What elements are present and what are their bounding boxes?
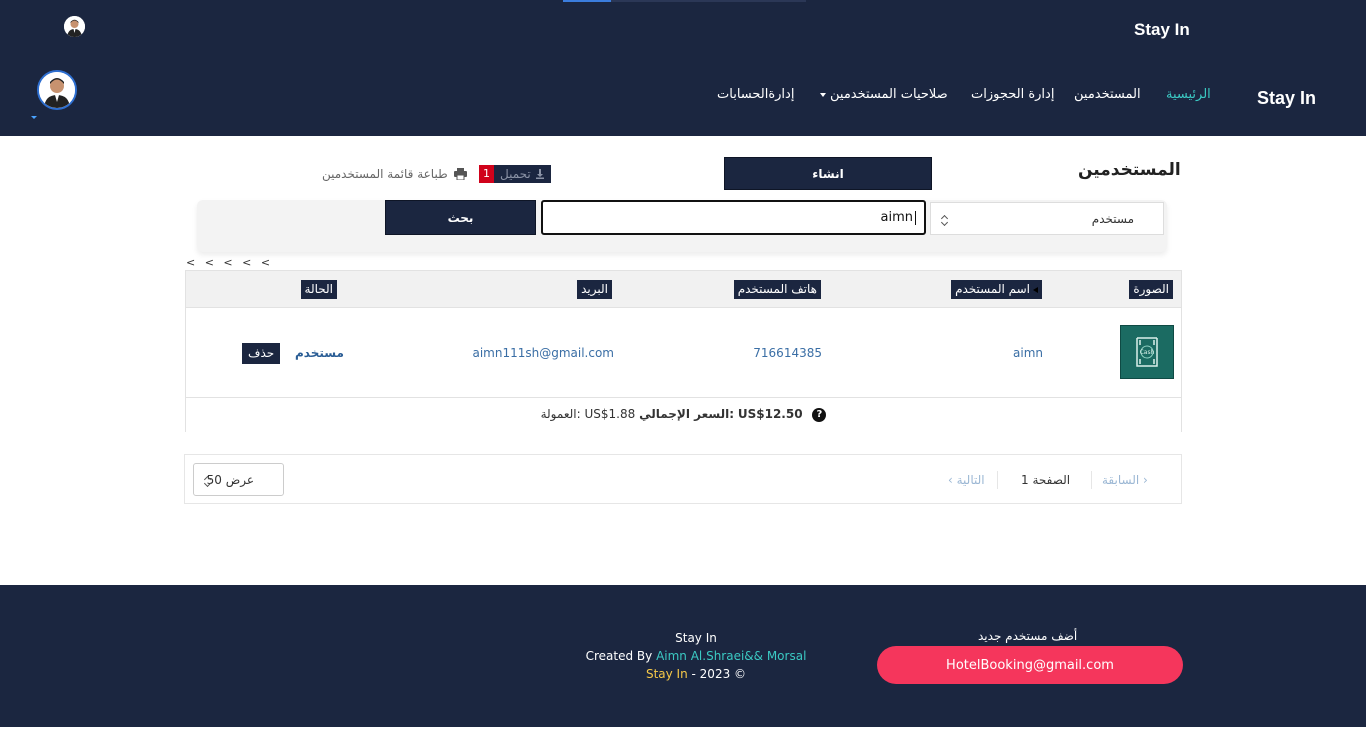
page-size-select[interactable]: عرض 50 [193,463,284,496]
contact-email-button[interactable]: HotelBooking@gmail.com [877,646,1183,684]
scroll-track [611,0,806,2]
row-phone[interactable]: 716614385 [753,346,822,360]
search-field-value: مستخدم [1091,212,1134,226]
nav-item-home[interactable]: الرئيسية [1166,87,1211,102]
search-field-select[interactable]: مستخدم [930,202,1164,235]
search-input-value: aimn [880,210,913,225]
scroll-indicator [563,0,611,2]
prev-page-link[interactable]: السابقة › [1102,473,1148,487]
select-updown-icon [204,475,212,489]
chevron-down-icon [820,92,826,97]
commission-value: US$1.88 [584,407,636,421]
nav-item-accounts[interactable]: إدارةالحسابات [717,87,794,102]
col-phone[interactable]: هاتف المستخدم [733,280,821,299]
print-users-label: طباعة قائمة المستخدمين [322,167,448,181]
search-input[interactable]: aimn [541,200,926,235]
page-title: المستخدمين [1078,160,1181,180]
top-brand-title[interactable]: Stay In [1134,20,1190,40]
row-status[interactable]: مستخدم [295,346,344,360]
navbar-brand[interactable]: Stay In [1257,88,1316,109]
totals-line: العمولة: US$1.88 السعر الإجمالي: US$12.5… [186,407,1181,422]
footer-year: - 2023 © [691,667,747,681]
table-page-arrows[interactable]: < < < < < [186,256,273,269]
user-photo[interactable]: Cash [1120,325,1174,379]
table-header: الصورة اسم المستخدم هاتف المستخدم البريد… [186,271,1181,308]
page-size-value: عرض 50 [206,473,254,487]
download-icon [535,169,544,179]
commission-label: العمولة: [540,407,581,421]
help-icon[interactable]: ? [812,407,827,422]
delete-button[interactable]: حذف [242,343,281,364]
total-label: السعر الإجمالي: [639,407,735,421]
total-value: US$12.50 [737,407,803,421]
profile-caret-icon[interactable] [31,116,37,119]
users-table: الصورة اسم المستخدم هاتف المستخدم البريد… [185,270,1182,432]
download-label: تحميل [500,167,531,181]
footer-created-by: Created By [585,649,653,663]
pager-divider [997,471,998,489]
footer-brand-link[interactable]: Stay In [646,667,688,681]
create-button[interactable]: انشاء [724,157,932,190]
nav-item-permissions[interactable]: صلاحيات المستخدمين [820,87,948,102]
print-icon [453,168,467,180]
nav-item-bookings[interactable]: إدارة الحجوزات [971,87,1054,102]
user-avatar-icon [64,16,85,37]
footer-authors-link[interactable]: Aimn Al.Shraei&& Morsal [656,649,806,663]
col-username[interactable]: اسم المستخدم [951,280,1042,299]
download-count-badge: 1 [479,165,494,183]
select-updown-icon [941,214,949,228]
current-page: الصفحة 1 [1021,473,1071,487]
add-user-title: أضف مستخدم جديد [978,629,1078,643]
col-status[interactable]: الحالة [300,280,337,299]
cash-logo-icon: Cash [1121,326,1173,378]
text-cursor [915,210,916,225]
next-page-label: التالية [956,473,985,487]
table-row: Cash aimn 716614385 aimn111sh@gmail.com … [186,309,1181,398]
footer-brand-line: Stay In [675,631,717,645]
download-button[interactable]: 1 تحميل [479,165,551,183]
search-button[interactable]: بحث [385,200,536,235]
row-email[interactable]: aimn111sh@gmail.com [472,346,614,360]
col-photo[interactable]: الصورة [1129,280,1173,299]
row-username[interactable]: aimn [1013,346,1043,360]
main-nav: الرئيسية المستخدمين إدارة الحجوزات صلاحي… [0,87,1366,107]
sort-arrow-icon [1033,286,1038,293]
top-navbar: Stay In الرئيسية المستخدمين إدارة الحجوز… [0,0,1366,136]
nav-item-users[interactable]: المستخدمين [1074,87,1141,102]
svg-text:Cash: Cash [1140,349,1155,356]
nav-item-permissions-label: صلاحيات المستخدمين [830,87,948,102]
prev-page-label: السابقة [1102,473,1140,487]
next-page-link[interactable]: ‹ التالية [948,473,985,487]
avatar-small[interactable] [64,16,85,37]
download-label-wrap: تحميل [494,165,551,183]
pagination-bar: السابقة › الصفحة 1 ‹ التالية عرض 50 [184,454,1182,504]
footer: Stay In Created By Aimn Al.Shraei&& Mors… [0,585,1366,727]
print-users-link[interactable]: طباعة قائمة المستخدمين [322,167,467,181]
col-email[interactable]: البريد [577,280,612,299]
pager-divider [1091,471,1092,489]
col-username-label: اسم المستخدم [955,282,1030,296]
